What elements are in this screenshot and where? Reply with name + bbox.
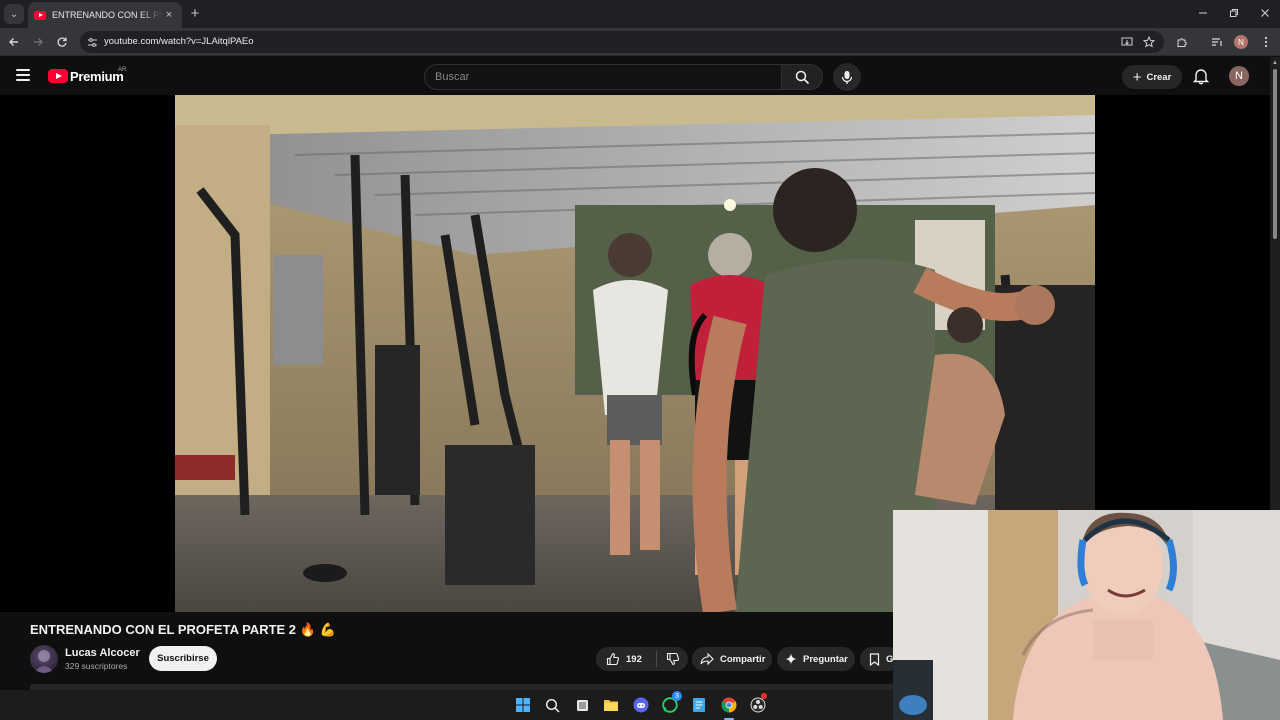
plus-icon: +	[1132, 68, 1142, 86]
address-bar[interactable]: youtube.com/watch?v=JLAitqlPAEo	[80, 31, 1164, 53]
whatsapp-badge: 3	[672, 691, 682, 701]
sparkle-icon	[785, 653, 797, 665]
scrollbar-thumb[interactable]	[1273, 69, 1277, 239]
voice-search-button[interactable]	[833, 63, 861, 91]
tab-search-chevron-icon[interactable]: ⌄	[4, 4, 24, 24]
like-dislike-pill: 192	[596, 647, 688, 671]
youtube-premium-wordmark[interactable]: Premium	[70, 69, 124, 84]
media-controls-icon[interactable]	[1207, 32, 1227, 52]
obs-icon[interactable]	[749, 693, 767, 714]
channel-avatar[interactable]	[30, 645, 58, 673]
browser-tab-active[interactable]: ENTRENANDO CON EL PROFETA PARTE 2 ×	[28, 2, 182, 28]
discord-icon[interactable]	[632, 696, 650, 714]
window-close-button[interactable]	[1250, 0, 1280, 26]
back-arrow-icon[interactable]	[4, 32, 24, 52]
microphone-icon	[841, 70, 853, 84]
dislike-button[interactable]	[657, 652, 688, 666]
bookmark-icon	[869, 652, 880, 666]
channel-name[interactable]: Lucas Alcocer	[65, 647, 140, 659]
bookmark-star-icon[interactable]	[1142, 36, 1156, 48]
webcam-overlay	[893, 510, 1280, 720]
like-button[interactable]: 192	[596, 652, 656, 666]
search-placeholder: Buscar	[435, 71, 470, 83]
like-count: 192	[626, 653, 642, 665]
forward-arrow-icon[interactable]	[28, 32, 48, 52]
create-button[interactable]: + Crear	[1122, 65, 1182, 89]
browser-menu-kebab-icon[interactable]	[1256, 32, 1276, 52]
ask-label: Preguntar	[803, 653, 848, 665]
site-info-icon[interactable]	[86, 36, 98, 48]
youtube-logo-icon[interactable]	[48, 69, 68, 83]
subscribe-button[interactable]: Suscribirse	[149, 646, 217, 671]
thumbs-up-icon	[606, 652, 620, 666]
os-taskbar: 3	[0, 690, 893, 720]
task-view-icon[interactable]	[573, 696, 591, 714]
browser-tab-title: ENTRENANDO CON EL PROFETA PARTE 2	[52, 10, 162, 20]
extensions-puzzle-icon[interactable]	[1172, 32, 1192, 52]
scroll-up-arrow-icon[interactable]: ▲	[1272, 60, 1278, 66]
browser-toolbar: youtube.com/watch?v=JLAitqlPAEo N	[0, 28, 1280, 56]
search-icon[interactable]	[543, 696, 561, 714]
file-explorer-icon[interactable]	[602, 696, 620, 714]
account-avatar[interactable]: N	[1229, 66, 1249, 86]
share-label: Compartir	[720, 653, 766, 665]
country-code: AR	[118, 67, 127, 73]
youtube-favicon-icon	[34, 10, 46, 20]
new-tab-button[interactable]: +	[186, 4, 204, 22]
browser-tab-strip: ⌄ ENTRENANDO CON EL PROFETA PARTE 2 × +	[0, 0, 1280, 28]
guide-menu-icon[interactable]	[16, 69, 30, 81]
window-restore-button[interactable]	[1219, 0, 1249, 26]
chrome-icon[interactable]	[720, 696, 738, 720]
ask-button[interactable]: Preguntar	[777, 647, 855, 671]
subscriber-count: 329 suscriptores	[65, 661, 128, 671]
tab-close-icon[interactable]: ×	[162, 9, 176, 21]
video-title: ENTRENANDO CON EL PROFETA PARTE 2 🔥 💪	[30, 622, 336, 637]
share-arrow-icon	[700, 653, 714, 665]
obs-recording-dot	[761, 693, 767, 699]
share-button[interactable]: Compartir	[692, 647, 772, 671]
notepad-icon[interactable]	[690, 696, 708, 714]
browser-profile-avatar[interactable]: N	[1234, 35, 1248, 49]
search-button[interactable]	[781, 64, 823, 90]
install-app-icon[interactable]	[1120, 36, 1134, 48]
create-label: Crear	[1146, 71, 1172, 83]
thumbs-down-icon	[666, 652, 679, 666]
window-minimize-button[interactable]	[1188, 0, 1218, 26]
notifications-bell-icon[interactable]	[1192, 67, 1210, 85]
search-input[interactable]: Buscar	[424, 64, 782, 90]
search-icon	[795, 70, 809, 84]
whatsapp-icon[interactable]: 3	[661, 691, 682, 714]
webcam-frame-streamer	[893, 510, 1280, 720]
youtube-masthead: Premium AR Buscar + Crear N	[0, 57, 1270, 95]
address-url[interactable]: youtube.com/watch?v=JLAitqlPAEo	[104, 36, 254, 47]
reload-icon[interactable]	[52, 32, 72, 52]
windows-start-icon[interactable]	[514, 696, 532, 714]
